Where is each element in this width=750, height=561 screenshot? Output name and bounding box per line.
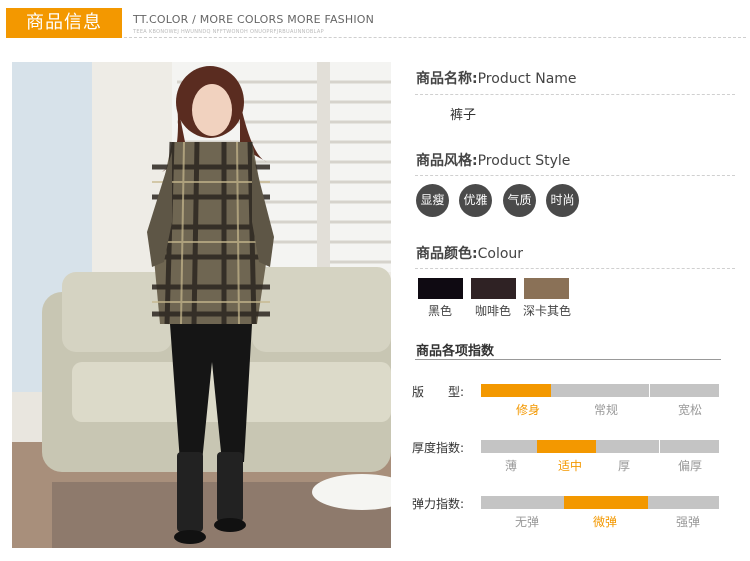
elasticity-active-segment — [564, 496, 648, 509]
thickness-option: 适中 — [557, 459, 582, 473]
elasticity-option: 强弹 — [675, 515, 700, 529]
style-tag: 时尚 — [546, 184, 579, 217]
product-name-heading: 商品名称:Product Name — [416, 68, 577, 88]
divider — [415, 175, 735, 176]
indices-title: 商品各项指数 — [416, 344, 495, 359]
divider — [415, 268, 735, 269]
thickness-option: 厚 — [617, 459, 630, 473]
product-name-value: 裤子 — [450, 108, 477, 123]
colour-label-cn: 商品颜色: — [416, 246, 478, 262]
header-divider — [124, 37, 746, 38]
product-photo — [12, 62, 391, 548]
product-style-label-cn: 商品风格: — [416, 153, 478, 169]
colour-label-en: Colour — [477, 246, 524, 262]
thickness-active-segment — [537, 440, 596, 453]
colour-swatch[interactable] — [524, 278, 569, 299]
fit-index-bar — [481, 384, 719, 397]
colour-swatch-label: 黑色 — [427, 304, 452, 318]
header-title: TT.COLOR / MORE COLORS MORE FASHION — [133, 13, 375, 26]
bar-divider — [659, 440, 660, 453]
thickness-index-bar — [481, 440, 719, 453]
fit-option: 常规 — [593, 403, 618, 417]
colour-swatch[interactable] — [418, 278, 463, 299]
colour-swatch-label: 深卡其色 — [522, 304, 571, 318]
indices-underline — [415, 359, 721, 360]
style-tag: 优雅 — [459, 184, 492, 217]
product-style-heading: 商品风格:Product Style — [416, 150, 570, 170]
header-subtitle: TEEA KBONOWEJ HWUNNDQ NFFTWONOH ONUOPRFJ… — [133, 29, 324, 35]
product-style-label-en: Product Style — [477, 153, 571, 169]
colour-swatch-label: 咖啡色 — [474, 304, 511, 318]
elasticity-label: 弹力指数: — [412, 497, 465, 511]
fit-active-segment — [481, 384, 551, 397]
thickness-option: 偏厚 — [677, 459, 702, 473]
bar-divider — [649, 384, 650, 397]
fit-option: 宽松 — [677, 403, 702, 417]
elasticity-index-bar — [481, 496, 719, 509]
fit-label: 版 型: — [412, 385, 465, 399]
product-name-label-cn: 商品名称: — [416, 71, 478, 87]
product-name-label-en: Product Name — [477, 71, 577, 87]
thickness-option: 薄 — [504, 459, 517, 473]
model-illustration — [12, 62, 391, 548]
section-tab: 商品信息 — [6, 8, 122, 38]
thickness-label: 厚度指数: — [412, 441, 465, 455]
elasticity-option: 微弹 — [592, 515, 617, 529]
fit-option: 修身 — [515, 403, 540, 417]
colour-heading: 商品颜色:Colour — [416, 243, 523, 263]
style-tag: 气质 — [503, 184, 536, 217]
style-tag: 显瘦 — [416, 184, 449, 217]
elasticity-option: 无弹 — [514, 515, 539, 529]
colour-swatch[interactable] — [471, 278, 516, 299]
divider — [415, 94, 735, 95]
